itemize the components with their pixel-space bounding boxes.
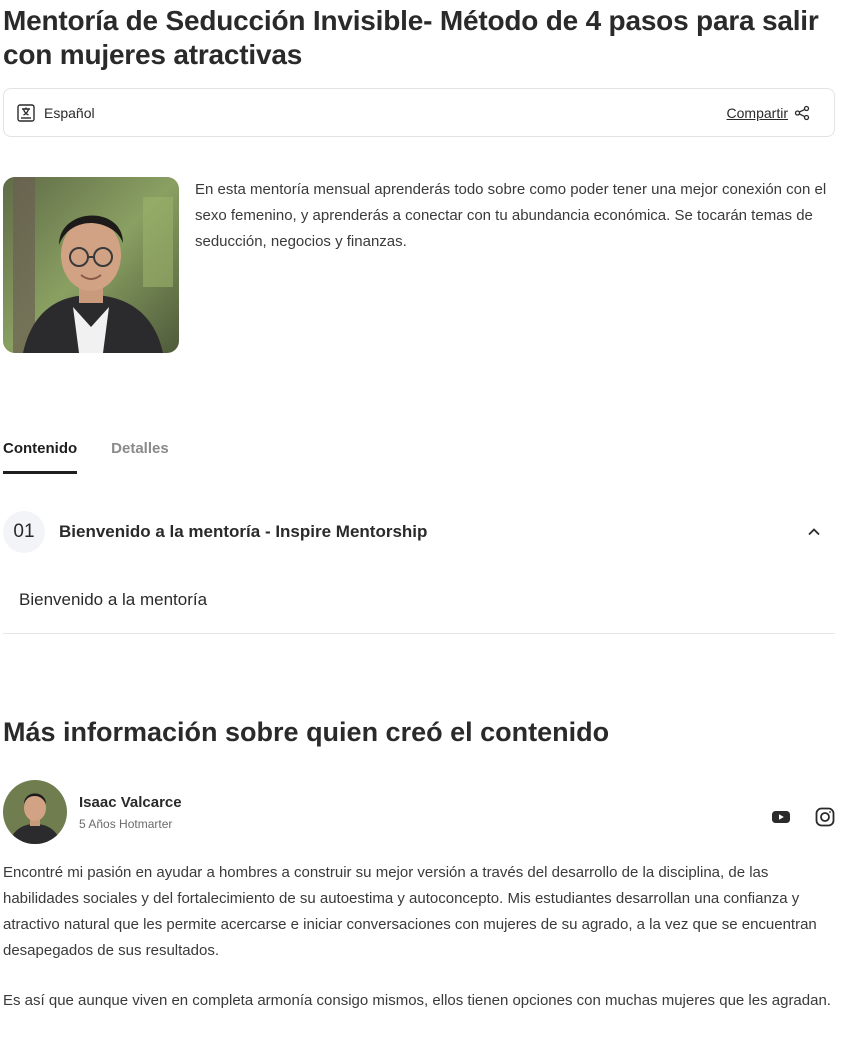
content-tabs: Contenido Detalles bbox=[3, 440, 169, 474]
share-label: Compartir bbox=[726, 104, 788, 121]
product-description: En esta mentoría mensual aprenderás todo… bbox=[195, 181, 827, 250]
module-number: 01 bbox=[3, 511, 45, 553]
language-label: Español bbox=[44, 104, 95, 121]
lesson-item[interactable]: Bienvenido a la mentoría bbox=[19, 590, 207, 610]
author-name[interactable]: Isaac Valcarce bbox=[79, 794, 182, 811]
author-meta: 5 Años Hotmarter bbox=[79, 817, 173, 831]
module-accordion: 01 Bienvenido a la mentoría - Inspire Me… bbox=[3, 510, 835, 634]
youtube-icon[interactable] bbox=[770, 806, 792, 828]
tab-contenido[interactable]: Contenido bbox=[3, 440, 78, 474]
module-header[interactable]: 01 Bienvenido a la mentoría - Inspire Me… bbox=[3, 510, 835, 554]
translate-icon bbox=[16, 103, 36, 123]
author-bio-paragraph: Es así que aunque viven en completa armo… bbox=[3, 992, 831, 1009]
author-section-title: Más información sobre quien creó el cont… bbox=[3, 717, 610, 747]
language-selector[interactable]: Español bbox=[16, 103, 95, 123]
instagram-icon[interactable] bbox=[814, 806, 836, 828]
page-title: Mentoría de Seducción Invisible- Método … bbox=[3, 5, 819, 70]
module-title: Bienvenido a la mentoría - Inspire Mento… bbox=[59, 522, 428, 541]
toolbar: Español Compartir bbox=[3, 88, 835, 137]
share-icon bbox=[794, 105, 810, 121]
chevron-up-icon[interactable] bbox=[807, 525, 821, 539]
share-button[interactable]: Compartir bbox=[727, 105, 810, 121]
product-cover-image bbox=[3, 177, 179, 353]
avatar bbox=[3, 780, 67, 844]
tab-detalles[interactable]: Detalles bbox=[111, 440, 169, 474]
author-bio-paragraph: Encontré mi pasión en ayudar a hombres a… bbox=[3, 864, 817, 959]
